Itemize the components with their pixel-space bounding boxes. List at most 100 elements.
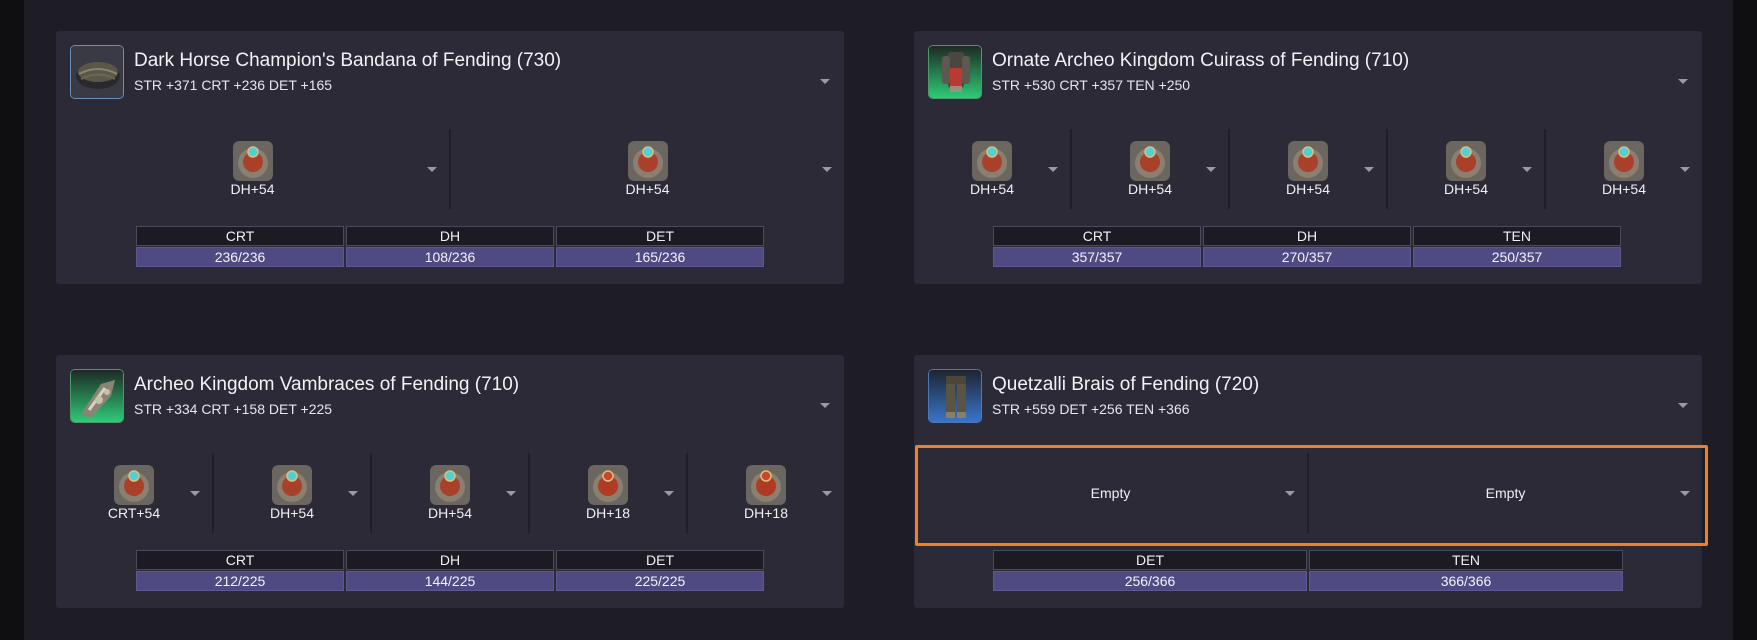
substat-value: 270/357 — [1203, 247, 1411, 267]
chevron-down-icon[interactable] — [822, 167, 832, 172]
substat-name: TEN — [1309, 550, 1623, 570]
materia-slot[interactable]: CRT+54 — [56, 453, 212, 533]
chevron-down-icon[interactable] — [1522, 167, 1532, 172]
chevron-down-icon[interactable] — [1678, 403, 1688, 408]
materia-icon — [430, 465, 470, 505]
gear-card-hands-slot: Archeo Kingdom Vambraces of Fending (710… — [56, 355, 844, 608]
materia-icon — [1604, 141, 1644, 181]
chevron-down-icon[interactable] — [348, 491, 358, 496]
chevron-down-icon[interactable] — [1048, 167, 1058, 172]
substat-value: 144/225 — [346, 571, 554, 591]
materia-slot[interactable]: DH+54 — [1388, 129, 1544, 209]
substat-column: TEN 250/357 — [1413, 226, 1621, 267]
item-stats: STR +334 CRT +158 DET +225 — [134, 401, 333, 417]
item-stats: STR +559 DET +256 TEN +366 — [992, 401, 1190, 417]
substat-name: CRT — [993, 226, 1201, 246]
materia-label: DH+54 — [230, 181, 275, 197]
materia-icon — [627, 141, 668, 181]
item-stats: STR +371 CRT +236 DET +165 — [134, 77, 333, 93]
materia-icon — [1446, 141, 1486, 181]
substat-column: DH 108/236 — [346, 226, 554, 267]
substat-name: DET — [556, 226, 764, 246]
substat-table: CRT 236/236 DH 108/236 DET 165/236 — [136, 226, 764, 267]
materia-slot[interactable]: DH+54 — [1072, 129, 1228, 209]
materia-label: DH+18 — [744, 505, 788, 521]
materia-slot[interactable]: DH+54 — [1230, 129, 1386, 209]
substat-column: TEN 366/366 — [1309, 550, 1623, 591]
substat-table: DET 256/366 TEN 366/366 — [993, 550, 1623, 591]
gear-card-body-slot: Ornate Archeo Kingdom Cuirass of Fending… — [914, 31, 1702, 284]
vambraces-icon — [70, 369, 124, 423]
item-name: Ornate Archeo Kingdom Cuirass of Fending… — [992, 50, 1410, 71]
materia-slot[interactable]: DH+54 — [372, 453, 528, 533]
materia-icon — [232, 141, 273, 181]
chevron-down-icon[interactable] — [427, 167, 437, 172]
materia-label: DH+54 — [428, 505, 472, 521]
gear-card-header[interactable]: Ornate Archeo Kingdom Cuirass of Fending… — [914, 31, 1702, 129]
substat-name: CRT — [136, 550, 344, 570]
materia-slot[interactable]: DH+54 — [56, 129, 449, 209]
materia-label: DH+54 — [1602, 181, 1646, 197]
materia-label: DH+54 — [625, 181, 670, 197]
materia-label: DH+54 — [1444, 181, 1488, 197]
gear-card-header[interactable]: Quetzalli Brais of Fending (720) STR +55… — [914, 355, 1702, 453]
substat-column: DET 256/366 — [993, 550, 1307, 591]
item-name: Quetzalli Brais of Fending (720) — [992, 374, 1260, 395]
chevron-down-icon[interactable] — [822, 491, 832, 496]
chevron-down-icon[interactable] — [1364, 167, 1374, 172]
empty-slots-highlight — [915, 445, 1708, 546]
materia-slot[interactable]: DH+54 — [451, 129, 844, 209]
materia-slots: DH+54 DH+54 DH+54 DH+54 DH+54 — [914, 129, 1702, 209]
chevron-down-icon[interactable] — [820, 79, 830, 84]
chevron-down-icon[interactable] — [664, 491, 674, 496]
materia-label: DH+54 — [1286, 181, 1330, 197]
materia-label: DH+18 — [586, 505, 630, 521]
materia-slot[interactable]: DH+18 — [530, 453, 686, 533]
substat-value: 212/225 — [136, 571, 344, 591]
chevron-down-icon[interactable] — [1680, 167, 1690, 172]
substat-name: CRT — [136, 226, 344, 246]
cuirass-icon — [928, 45, 982, 99]
substat-value: 256/366 — [993, 571, 1307, 591]
substat-column: CRT 212/225 — [136, 550, 344, 591]
item-stats: STR +530 CRT +357 TEN +250 — [992, 77, 1191, 93]
materia-icon — [972, 141, 1012, 181]
materia-icon — [588, 465, 628, 505]
materia-label: CRT+54 — [107, 505, 161, 521]
materia-slot[interactable]: DH+18 — [688, 453, 844, 533]
substat-name: DH — [1203, 226, 1411, 246]
materia-icon — [746, 465, 786, 505]
materia-slot[interactable]: DH+54 — [1546, 129, 1702, 209]
substat-column: CRT 236/236 — [136, 226, 344, 267]
item-name: Archeo Kingdom Vambraces of Fending (710… — [134, 374, 520, 395]
materia-slot[interactable]: DH+54 — [214, 453, 370, 533]
substat-table: CRT 357/357 DH 270/357 TEN 250/357 — [993, 226, 1621, 267]
materia-icon — [1130, 141, 1170, 181]
substat-value: 357/357 — [993, 247, 1201, 267]
substat-name: TEN — [1413, 226, 1621, 246]
materia-label: DH+54 — [1128, 181, 1172, 197]
substat-value: 366/366 — [1309, 571, 1623, 591]
substat-column: DET 165/236 — [556, 226, 764, 267]
gear-card-header[interactable]: Archeo Kingdom Vambraces of Fending (710… — [56, 355, 844, 453]
materia-slot[interactable]: DH+54 — [914, 129, 1070, 209]
substat-value: 236/236 — [136, 247, 344, 267]
substat-column: CRT 357/357 — [993, 226, 1201, 267]
substat-column: DH 144/225 — [346, 550, 554, 591]
chevron-down-icon[interactable] — [820, 403, 830, 408]
brais-icon — [928, 369, 982, 423]
materia-icon — [114, 465, 154, 505]
chevron-down-icon[interactable] — [1206, 167, 1216, 172]
substat-value: 165/236 — [556, 247, 764, 267]
chevron-down-icon[interactable] — [506, 491, 516, 496]
chevron-down-icon[interactable] — [190, 491, 200, 496]
substat-table: CRT 212/225 DH 144/225 DET 225/225 — [136, 550, 764, 591]
substat-name: DET — [556, 550, 764, 570]
substat-name: DH — [346, 550, 554, 570]
gear-card-header[interactable]: Dark Horse Champion's Bandana of Fending… — [56, 31, 844, 129]
substat-column: DH 270/357 — [1203, 226, 1411, 267]
materia-slots: CRT+54 DH+54 DH+54 DH+18 DH+18 — [56, 453, 844, 533]
materia-icon — [1288, 141, 1328, 181]
chevron-down-icon[interactable] — [1678, 79, 1688, 84]
materia-icon — [272, 465, 312, 505]
